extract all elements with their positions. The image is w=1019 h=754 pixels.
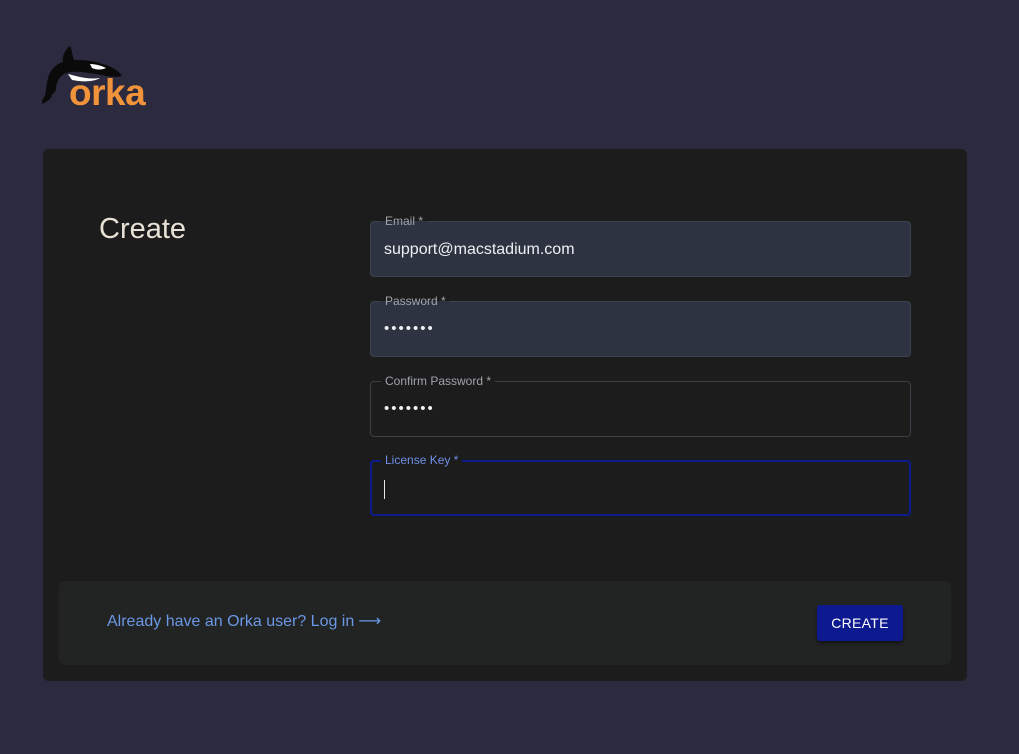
brand-name: orka [69, 72, 146, 113]
email-field[interactable]: Email * support@macstadium.com [370, 214, 911, 277]
orka-logo: orka [42, 44, 162, 118]
password-value: ••••••• [384, 320, 435, 337]
license-key-label: License Key * [381, 453, 463, 467]
confirm-password-field[interactable]: Confirm Password * ••••••• [370, 374, 911, 437]
text-caret [384, 480, 385, 499]
create-button[interactable]: CREATE [817, 605, 903, 641]
password-field[interactable]: Password * ••••••• [370, 294, 911, 357]
email-value: support@macstadium.com [384, 241, 575, 258]
license-key-field[interactable]: License Key * [370, 453, 911, 516]
login-link-text: Already have an Orka user? Log in [107, 613, 355, 630]
confirm-password-label: Confirm Password * [381, 374, 496, 388]
login-link[interactable]: Already have an Orka user? Log in ⟶ [107, 613, 381, 631]
email-label: Email * [381, 214, 428, 228]
card-footer: Already have an Orka user? Log in ⟶ CREAT… [59, 581, 951, 665]
page-title: Create [99, 213, 187, 245]
password-label: Password * [381, 294, 450, 308]
confirm-password-value: ••••••• [384, 400, 435, 417]
create-account-card: Create Email * support@macstadium.com Pa… [43, 149, 967, 681]
arrow-right-icon: ⟶ [358, 613, 382, 630]
